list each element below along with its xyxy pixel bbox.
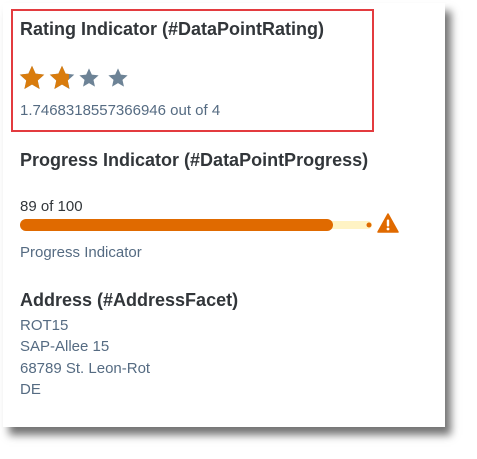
address-line-1: ROT15 bbox=[20, 317, 69, 334]
object-page-card: Rating Indicator (#DataPointRating) 1.74… bbox=[3, 3, 445, 427]
rating-section-title: Rating Indicator (#DataPointRating) bbox=[20, 19, 325, 39]
progress-bar bbox=[20, 219, 372, 231]
progress-bar-fill bbox=[20, 219, 333, 231]
progress-bar-end-dot bbox=[366, 222, 372, 228]
progress-value-text: 89 of 100 bbox=[20, 198, 83, 215]
star-1-icon bbox=[18, 64, 46, 92]
progress-section-title: Progress Indicator (#DataPointProgress) bbox=[20, 150, 369, 170]
warning-icon bbox=[377, 213, 399, 233]
star-3-icon bbox=[78, 67, 100, 89]
star-2-icon bbox=[48, 64, 76, 92]
star-4-icon bbox=[107, 67, 129, 89]
address-line-3: 68789 St. Leon-Rot bbox=[20, 360, 151, 377]
address-section-title: Address (#AddressFacet) bbox=[20, 290, 239, 310]
rating-caption: 1.7468318557366946 out of 4 bbox=[20, 102, 221, 119]
rating-indicator bbox=[18, 62, 136, 94]
address-line-4: DE bbox=[20, 381, 41, 398]
address-line-2: SAP-Allee 15 bbox=[20, 338, 110, 355]
progress-caption: Progress Indicator bbox=[20, 244, 142, 261]
